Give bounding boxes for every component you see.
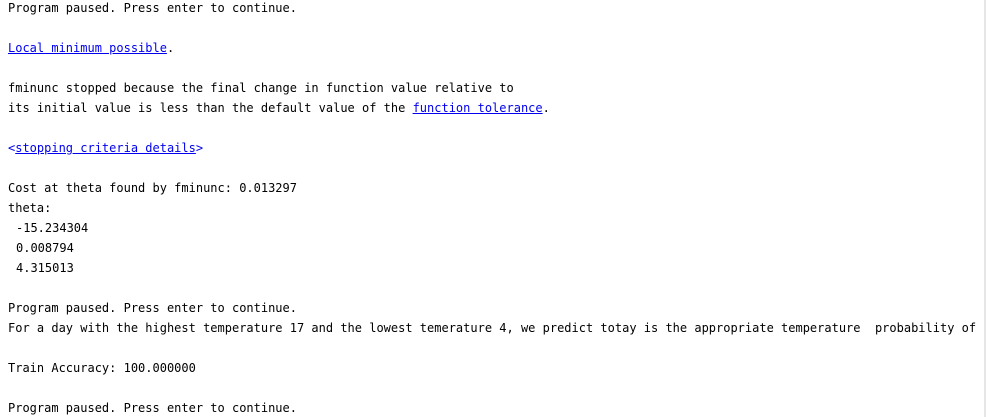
stopping-criteria-line: <stopping criteria details> [8,138,203,158]
local-minimum-link[interactable]: Local minimum possible [8,41,167,55]
bracket-close: > [195,141,204,155]
command-window-output: Program paused. Press enter to continue.… [0,0,986,417]
train-accuracy-output: Train Accuracy: 100.000000 [8,361,196,375]
function-tolerance-link[interactable]: function tolerance [413,101,543,115]
fminunc-message-line-2-text: its initial value is less than the defau… [8,101,413,115]
theta-value-1: 0.008794 [16,241,74,255]
fminunc-message-line-2: its initial value is less than the defau… [8,98,550,118]
stopping-criteria-link[interactable]: stopping criteria details [15,141,196,155]
paused-message-3: Program paused. Press enter to continue. [8,401,297,415]
prediction-output: For a day with the highest temperature 1… [8,321,986,335]
theta-label: theta: [8,201,52,215]
paused-message-2: Program paused. Press enter to continue. [8,301,297,315]
local-minimum-line: Local minimum possible. [8,38,174,58]
theta-value-2: 4.315013 [16,261,74,275]
fminunc-message-line-1: fminunc stopped because the final change… [8,81,514,95]
theta-value-0: -15.234304 [16,221,89,235]
function-tolerance-period: . [542,101,550,115]
paused-message-1: Program paused. Press enter to continue. [8,1,297,15]
local-minimum-period: . [166,41,175,55]
cost-output: Cost at theta found by fminunc: 0.013297 [8,181,297,195]
